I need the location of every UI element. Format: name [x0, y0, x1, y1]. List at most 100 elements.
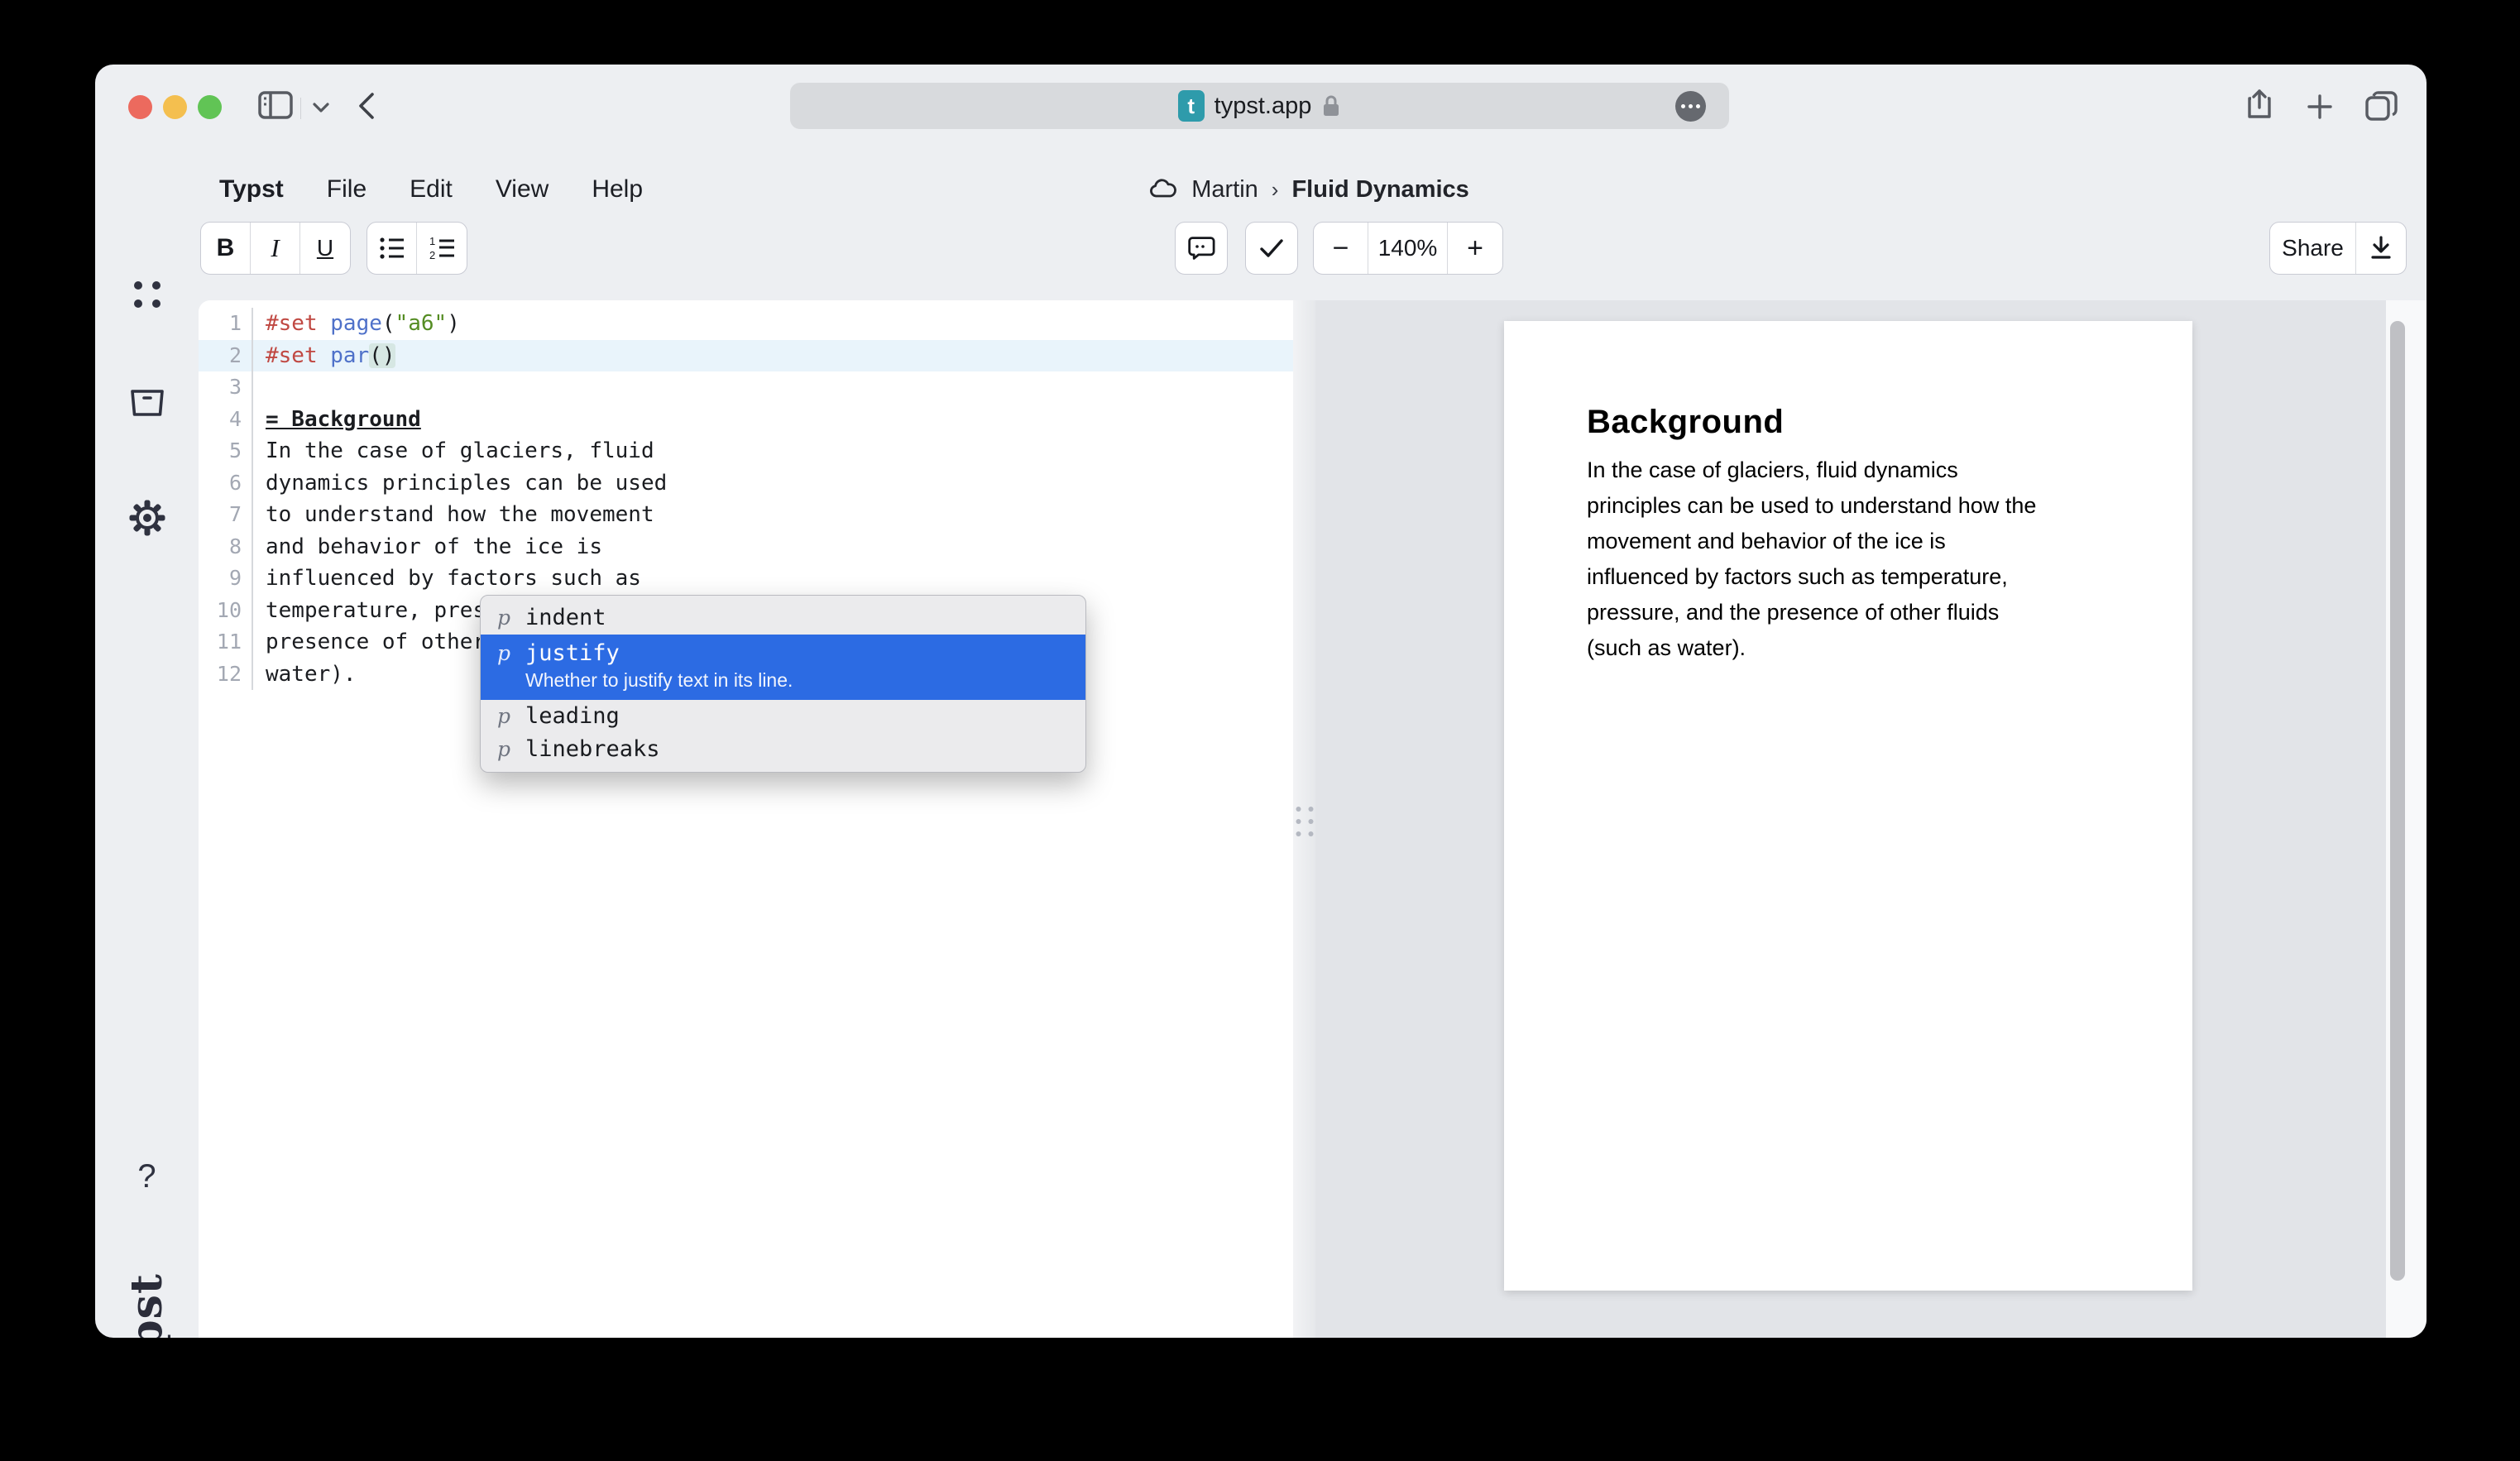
code-editor[interactable]: 1#set page("a6")2#set par()34= Backgroun…	[199, 300, 1293, 1338]
titlebar: t typst.app	[95, 65, 2427, 157]
menu-item-view[interactable]: View	[496, 175, 549, 204]
code-line[interactable]: 2#set par()	[199, 340, 1293, 372]
breadcrumb-workspace[interactable]: Martin	[1191, 176, 1258, 204]
files-box-icon[interactable]	[95, 387, 199, 419]
preview-body-line: (such as water).	[1587, 630, 2114, 666]
svg-text:1: 1	[429, 235, 435, 247]
code-text: water).	[253, 659, 357, 691]
inline-format-group: B I U	[200, 222, 351, 275]
share-page-icon[interactable]	[2245, 88, 2274, 124]
underline-button[interactable]: U	[300, 223, 350, 274]
preview-body-line: movement and behavior of the ice is	[1587, 524, 2114, 559]
cloud-icon	[1148, 179, 1178, 200]
autocomplete-item-leading[interactable]: pleading	[481, 700, 1085, 733]
code-line[interactable]: 7 to understand how the movement	[199, 499, 1293, 531]
sidebar-toggle-icon[interactable]	[256, 88, 295, 122]
numbered-list-icon: 1 2	[427, 234, 457, 262]
help-icon[interactable]: ?	[95, 1158, 199, 1195]
comment-button[interactable]	[1175, 222, 1228, 275]
typst-logo: typst	[95, 1239, 199, 1338]
preview-scrollbar-thumb[interactable]	[2390, 321, 2405, 1281]
zoom-level-value[interactable]: 140%	[1368, 223, 1448, 274]
line-number: 8	[199, 531, 253, 563]
splitter-drag-handle[interactable]	[1296, 807, 1313, 836]
code-text: In the case of glaciers, fluid	[253, 435, 654, 467]
bullet-list-button[interactable]	[367, 223, 417, 274]
zoom-control-group: − 140% +	[1313, 222, 1503, 275]
code-token: = Background	[266, 407, 421, 432]
preview-pane: Background In the case of glaciers, flui…	[1315, 300, 2386, 1338]
code-token	[318, 311, 331, 336]
browser-window: t typst.app	[95, 65, 2427, 1338]
code-line[interactable]: 1#set page("a6")	[199, 308, 1293, 340]
app-header: Typst File Edit View Help Martin › Fluid Dyn…	[95, 157, 2427, 222]
code-text: dynamics principles can be used	[253, 467, 667, 500]
check-icon	[1258, 236, 1286, 261]
line-number: 2	[199, 340, 253, 372]
code-token: In the case of glaciers, fluid	[266, 438, 654, 463]
preview-body: In the case of glaciers, fluid dynamicsp…	[1587, 453, 2114, 666]
fullscreen-window-button[interactable]	[198, 95, 222, 119]
tab-overview-icon[interactable]	[2364, 88, 2400, 124]
breadcrumb-separator: ›	[1272, 177, 1279, 203]
code-text: influenced by factors such as	[253, 563, 641, 595]
settings-gear-icon[interactable]	[95, 499, 199, 537]
line-number: 6	[199, 467, 253, 500]
autocompile-check-button[interactable]	[1245, 222, 1298, 275]
menu-item-typst[interactable]: Typst	[219, 175, 284, 204]
menu-item-edit[interactable]: Edit	[410, 175, 453, 204]
line-number: 3	[199, 371, 253, 404]
code-text: = Background	[253, 404, 421, 436]
autocomplete-item-linebreaks[interactable]: plinebreaks	[481, 733, 1085, 766]
breadcrumb: Martin › Fluid Dynamics	[1148, 157, 1469, 222]
code-token: )	[447, 311, 460, 336]
line-number: 7	[199, 499, 253, 531]
chevron-down-icon[interactable]	[309, 99, 333, 116]
code-line[interactable]: 3	[199, 371, 1293, 404]
zoom-in-button[interactable]: +	[1448, 223, 1502, 274]
code-token: ()	[369, 343, 395, 368]
italic-button[interactable]: I	[251, 223, 300, 274]
share-button[interactable]: Share	[2270, 223, 2356, 274]
code-line[interactable]: 9influenced by factors such as	[199, 563, 1293, 595]
new-tab-icon[interactable]	[2304, 91, 2336, 122]
preview-heading: Background	[1587, 404, 2114, 441]
code-text	[253, 371, 266, 404]
left-rail: ? typst	[95, 147, 199, 1338]
code-token: par	[330, 343, 369, 368]
download-button[interactable]	[2356, 223, 2406, 274]
autocomplete-label: linebreaks	[525, 735, 660, 764]
code-token: to understand how the movement	[266, 502, 654, 527]
bold-button[interactable]: B	[201, 223, 251, 274]
minimize-window-button[interactable]	[163, 95, 187, 119]
code-line[interactable]: 5In the case of glaciers, fluid	[199, 435, 1293, 467]
autocomplete-item-justify[interactable]: pjustifyWhether to justify text in its l…	[481, 635, 1085, 700]
pane-splitter[interactable]	[1293, 300, 1315, 1338]
comment-icon	[1186, 234, 1216, 262]
code-line[interactable]: 8 and behavior of the ice is	[199, 531, 1293, 563]
code-text: and behavior of the ice is	[253, 531, 602, 563]
numbered-list-button[interactable]: 1 2	[417, 223, 467, 274]
address-bar[interactable]: t typst.app	[790, 83, 1729, 129]
preview-body-line: pressure, and the presence of other flui…	[1587, 595, 2114, 630]
autocomplete-item-indent[interactable]: pindent	[481, 601, 1085, 635]
app-grid-icon[interactable]	[95, 281, 199, 308]
code-text: #set par()	[253, 340, 395, 372]
preview-scrollbar-track[interactable]	[2386, 300, 2427, 1338]
lock-icon	[1321, 93, 1341, 118]
site-favicon: t	[1178, 90, 1205, 122]
back-button-icon[interactable]	[353, 89, 381, 122]
code-line[interactable]: 6dynamics principles can be used	[199, 467, 1293, 500]
code-token: (	[382, 311, 395, 336]
code-line[interactable]: 4= Background	[199, 404, 1293, 436]
autocomplete-popup: pindentpjustifyWhether to justify text i…	[480, 595, 1086, 773]
menu-item-help[interactable]: Help	[592, 175, 643, 204]
close-window-button[interactable]	[128, 95, 152, 119]
code-text: #set page("a6")	[253, 308, 460, 340]
code-token: water).	[266, 662, 357, 687]
page-settings-icon[interactable]	[1675, 91, 1706, 122]
zoom-out-button[interactable]: −	[1314, 223, 1368, 274]
menu-item-file[interactable]: File	[327, 175, 367, 204]
code-token: #set	[266, 311, 318, 336]
code-token: and behavior of the ice is	[266, 534, 602, 559]
